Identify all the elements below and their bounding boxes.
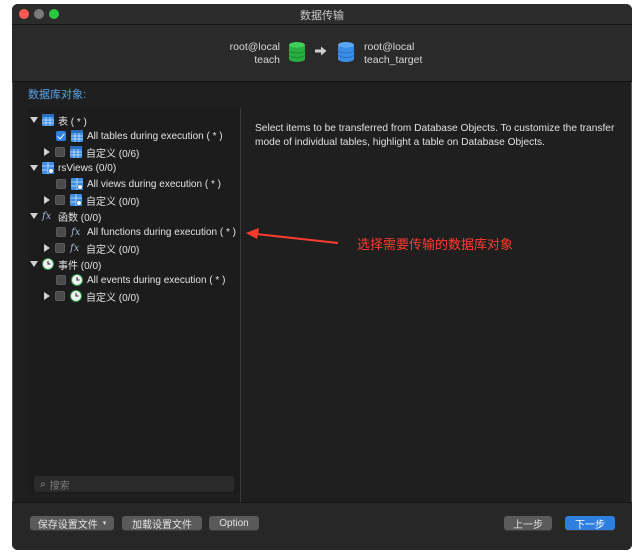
search-placeholder: 搜索 xyxy=(49,480,70,492)
database-objects-label: 数据库对象: xyxy=(28,89,87,101)
all-events-checkbox[interactable] xyxy=(56,275,66,285)
collapsed-triangle-icon[interactable] xyxy=(43,244,51,252)
custom-tables-label: 自定义 (0/6) xyxy=(86,148,140,160)
custom-views-checkbox[interactable] xyxy=(55,195,65,205)
load-settings-button[interactable]: 加载设置文件 xyxy=(122,516,202,531)
tree-group-tables[interactable]: 表 ( * ) xyxy=(30,112,87,128)
custom-events-checkbox[interactable] xyxy=(55,291,65,301)
tree-group-functions[interactable]: fx 函数 (0/0) xyxy=(30,208,101,224)
clock-icon xyxy=(70,290,82,302)
search-field[interactable]: ⌕ 搜索 xyxy=(34,476,234,492)
source-database-icon xyxy=(288,42,306,62)
source-host: root@local xyxy=(229,41,280,53)
expanded-triangle-icon[interactable] xyxy=(30,260,38,268)
view-icon xyxy=(42,162,54,174)
transfer-arrow-icon xyxy=(315,46,327,56)
target-connection: root@local teach_target xyxy=(364,41,422,67)
view-icon xyxy=(70,194,82,206)
all-views-checkbox[interactable] xyxy=(56,179,66,189)
tables-label: 表 ( * ) xyxy=(58,116,87,128)
expanded-triangle-icon[interactable] xyxy=(30,212,38,220)
tree-group-events[interactable]: 事件 (0/0) xyxy=(30,256,101,272)
custom-events-label: 自定义 (0/0) xyxy=(86,292,140,304)
collapsed-triangle-icon[interactable] xyxy=(43,196,51,204)
view-icon xyxy=(71,178,83,190)
target-db: teach_target xyxy=(364,54,423,66)
tree-item-custom-views[interactable]: 自定义 (0/0) xyxy=(43,192,139,208)
save-settings-label: 保存设置文件 xyxy=(37,519,98,531)
next-step-button[interactable]: 下一步 xyxy=(565,516,615,531)
tree-item-all-views[interactable]: All views during execution ( * ) xyxy=(56,176,221,192)
data-transfer-window: 数据传输 root@local teach root@local teach_t… xyxy=(12,4,632,550)
previous-step-button[interactable]: 上一步 xyxy=(504,516,552,531)
custom-functions-label: 自定义 (0/0) xyxy=(86,244,140,256)
custom-views-label: 自定义 (0/0) xyxy=(86,196,140,208)
target-host: root@local xyxy=(364,41,415,53)
views-label: rsViews (0/0) xyxy=(58,162,117,174)
search-icon: ⌕ xyxy=(40,478,46,490)
database-objects-tree: 表 ( * ) All tables during execution ( * … xyxy=(28,108,240,494)
tree-item-custom-functions[interactable]: fx 自定义 (0/0) xyxy=(43,240,139,256)
function-icon: fx xyxy=(42,210,52,222)
custom-tables-checkbox[interactable] xyxy=(55,147,65,157)
expanded-triangle-icon[interactable] xyxy=(30,116,38,124)
collapsed-triangle-icon[interactable] xyxy=(43,292,51,300)
collapsed-triangle-icon[interactable] xyxy=(43,148,51,156)
tree-group-views[interactable]: rsViews (0/0) xyxy=(30,160,116,176)
all-views-label: All views during execution ( * ) xyxy=(87,178,221,190)
target-database-icon xyxy=(337,42,355,62)
all-tables-label: All tables during execution ( * ) xyxy=(87,130,223,142)
tree-item-custom-events[interactable]: 自定义 (0/0) xyxy=(43,288,139,304)
tree-item-all-functions[interactable]: fx All functions during execution ( * ) xyxy=(56,224,236,240)
tree-item-all-tables[interactable]: All tables during execution ( * ) xyxy=(56,128,223,144)
option-button[interactable]: Option xyxy=(209,516,259,530)
table-icon xyxy=(71,130,83,142)
all-functions-label: All functions during execution ( * ) xyxy=(87,226,236,238)
all-functions-checkbox[interactable] xyxy=(56,227,66,237)
expanded-triangle-icon[interactable] xyxy=(30,164,38,172)
connection-header: root@local teach root@local teach_target xyxy=(12,25,632,82)
source-db: teach xyxy=(254,54,280,66)
previous-step-label: 上一步 xyxy=(513,519,543,531)
next-step-label: 下一步 xyxy=(575,519,605,531)
source-connection: root@local teach xyxy=(230,41,280,67)
clock-icon xyxy=(42,258,54,270)
annotation-text: 选择需要传输的数据库对象 xyxy=(357,237,514,252)
clock-icon xyxy=(71,274,83,286)
tree-item-all-events[interactable]: All events during execution ( * ) xyxy=(56,272,225,288)
all-events-label: All events during execution ( * ) xyxy=(87,274,226,286)
custom-functions-checkbox[interactable] xyxy=(55,243,65,253)
table-icon xyxy=(42,114,54,126)
pane-divider[interactable] xyxy=(240,108,241,502)
window-title: 数据传输 xyxy=(300,10,344,22)
save-settings-button[interactable]: 保存设置文件 ▾ xyxy=(30,516,114,531)
instructions-text: Select items to be transferred from Data… xyxy=(255,123,615,148)
function-icon: fx xyxy=(71,226,81,238)
all-tables-checkbox[interactable] xyxy=(56,131,66,141)
functions-label: 函数 (0/0) xyxy=(58,212,102,224)
table-icon xyxy=(70,146,82,158)
dropdown-arrow-icon: ▾ xyxy=(102,520,107,527)
title-bar: 数据传输 xyxy=(12,4,632,25)
load-settings-label: 加载设置文件 xyxy=(132,519,192,531)
option-label: Option xyxy=(219,517,249,529)
events-label: 事件 (0/0) xyxy=(58,260,102,272)
function-icon: fx xyxy=(70,242,80,254)
annotation-arrow-icon xyxy=(246,228,339,244)
tree-item-custom-tables[interactable]: 自定义 (0/6) xyxy=(43,144,139,160)
